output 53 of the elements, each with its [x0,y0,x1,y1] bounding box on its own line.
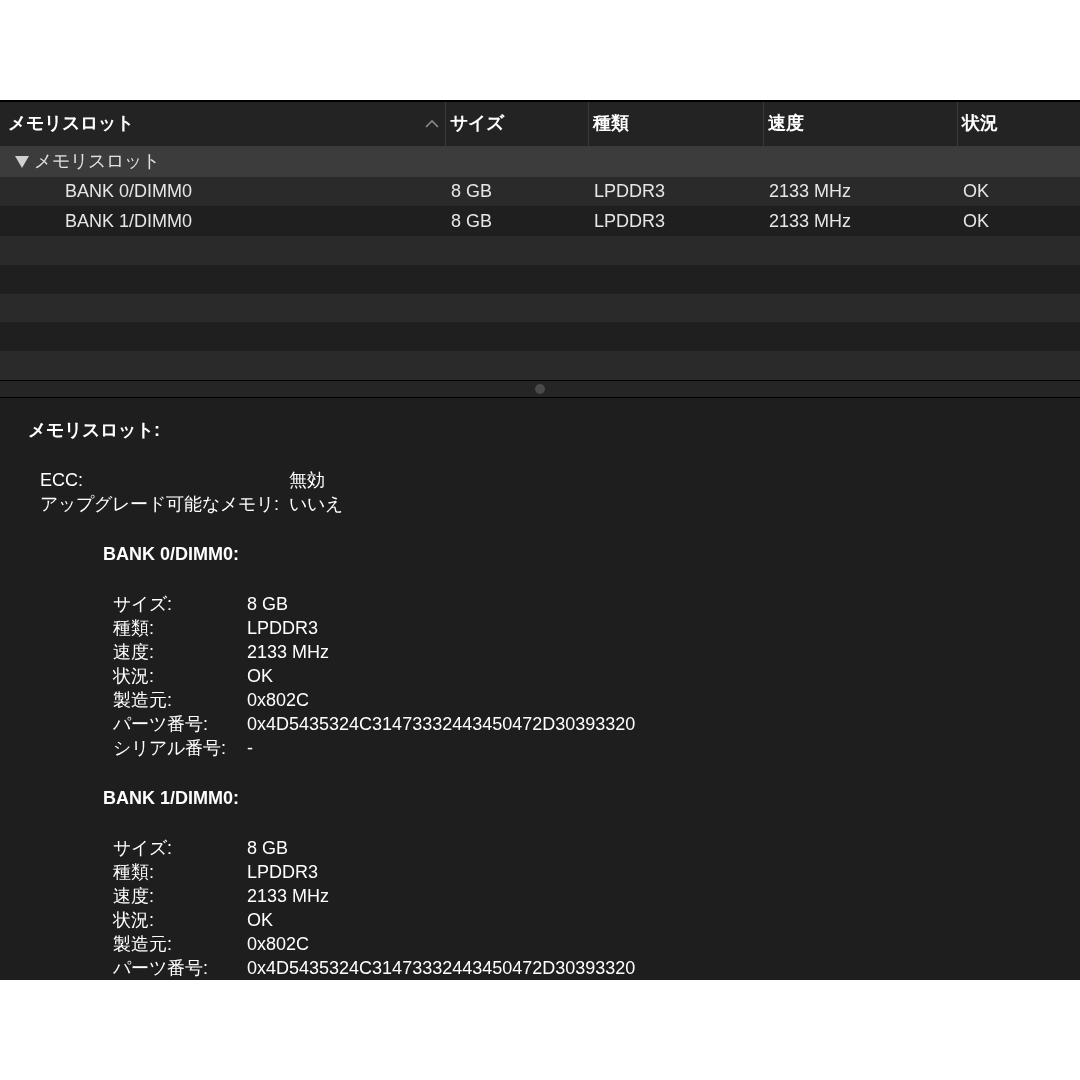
property-value: OK [247,908,274,932]
table-cell: 8 GB [451,210,493,231]
property-value: 8 GB [247,592,290,616]
property-value: 2133 MHz [247,640,331,664]
group-label: メモリスロット [34,150,160,174]
table-cell: BANK 1/DIMM0 [65,210,193,231]
disclosure-triangle-icon[interactable] [14,154,30,169]
column-header[interactable]: サイズ [450,110,504,138]
property-label: 種類: [113,860,155,884]
property-value: 8 GB [247,836,290,860]
column-header[interactable]: 状況 [962,110,998,138]
property-label: サイズ: [113,592,173,616]
table-cell: OK [963,210,989,231]
property-label: 製造元: [113,688,173,712]
property-value: LPDDR3 [247,616,320,640]
property-value: 0x4D5435324C31473332443450472D30393320 [247,956,637,980]
bank-title: BANK 1/DIMM0: [103,786,240,810]
table-cell: 8 GB [451,180,493,201]
table-cell: 2133 MHz [769,180,852,201]
table-cell: LPDDR3 [594,180,666,201]
table-cell: OK [963,180,989,201]
bank-title: BANK 0/DIMM0: [103,542,240,566]
property-value: LPDDR3 [247,860,320,884]
property-value: - [247,736,254,760]
property-value: 0x4D5435324C31473332443450472D30393320 [247,712,637,736]
property-label: 状況: [113,908,155,932]
property-label: アップグレード可能なメモリ: [40,492,279,516]
property-value: いいえ [289,492,344,516]
split-handle-icon[interactable] [535,384,545,394]
table-cell: BANK 0/DIMM0 [65,180,193,201]
property-label: 種類: [113,616,155,640]
property-label: 速度: [113,640,155,664]
property-value: OK [247,664,274,688]
property-value: 0x802C [247,688,311,712]
table-cell: LPDDR3 [594,210,666,231]
property-value: 無効 [289,468,326,492]
property-value: 0x802C [247,932,311,956]
table-row[interactable]: BANK 0/DIMM0 8 GB LPDDR3 2133 MHz OK [0,176,1080,207]
detail-title: メモリスロット: [28,418,161,442]
group-row[interactable]: メモリスロット [0,146,1080,177]
property-label: シリアル番号: [113,736,227,760]
column-header[interactable]: 種類 [593,110,629,138]
table-cell: 2133 MHz [769,210,852,231]
property-value: 2133 MHz [247,884,331,908]
property-label: 製造元: [113,932,173,956]
property-label: サイズ: [113,836,173,860]
property-label: ECC: [40,468,84,492]
property-label: 速度: [113,884,155,908]
property-label: 状況: [113,664,155,688]
column-header[interactable]: メモリスロット [8,110,134,138]
property-label: パーツ番号: [113,956,209,980]
property-label: パーツ番号: [113,712,209,736]
column-header[interactable]: 速度 [768,110,804,138]
